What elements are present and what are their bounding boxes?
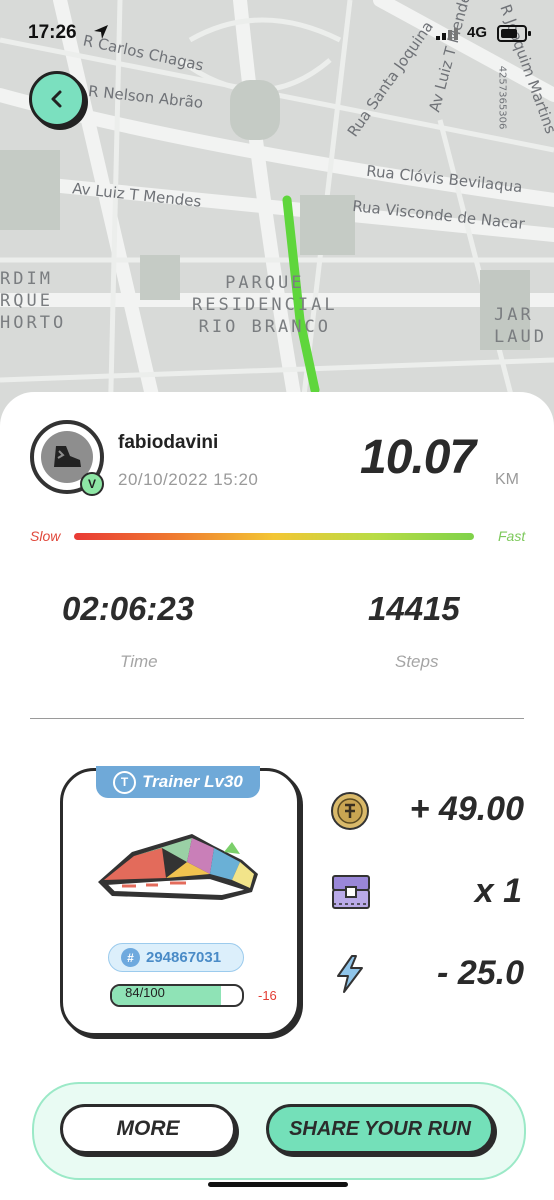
status-bar: 17:26 4G (0, 0, 554, 66)
steps-value: 14415 (368, 590, 460, 627)
chevron-left-icon (51, 90, 62, 108)
speed-slow-label: Slow (30, 528, 61, 544)
verified-badge: V (80, 472, 104, 496)
street-label: 4257365306 (496, 65, 508, 130)
time-value: 02:06:23 (62, 590, 195, 627)
sneaker-avatar-icon (54, 446, 81, 467)
speed-fast-label: Fast (498, 528, 526, 544)
divider (30, 718, 524, 719)
back-button[interactable] (29, 71, 85, 127)
distance-unit: KM (495, 471, 519, 488)
clock: 17:26 (28, 22, 77, 43)
district-label: PARQUE RESIDENCIAL RIO BRANCO (192, 273, 338, 337)
gst-reward-value: + 49.00 (409, 790, 524, 828)
trainer-icon: T (113, 770, 137, 794)
sneaker-type-label: Trainer Lv30 (142, 772, 243, 791)
energy-cost-value: - 25.0 (437, 954, 524, 992)
distance-value: 10.07 (360, 431, 476, 484)
sneaker-type-tag: T Trainer Lv30 (96, 766, 260, 798)
speed-gradient-bar (74, 533, 474, 540)
sneaker-id: 294867031 (146, 949, 222, 966)
time-label: Time (120, 652, 158, 671)
box-reward-value: x 1 (474, 872, 522, 910)
sneaker-image (98, 834, 258, 900)
mystery-box-icon (332, 875, 370, 909)
share-run-button[interactable]: SHARE YOUR RUN (266, 1104, 494, 1154)
durability-delta: -16 (258, 988, 277, 1003)
sneaker-id-pill: # 294867031 (108, 943, 244, 972)
network-type: 4G (467, 24, 488, 41)
location-arrow-icon (94, 25, 108, 39)
hash-icon: # (121, 948, 140, 967)
district-label: RDIM RQUE HORTO (0, 269, 67, 333)
username: fabiodavini (118, 432, 219, 453)
more-button[interactable]: MORE (60, 1104, 236, 1154)
district-label: JAR LAUD (494, 305, 547, 347)
gst-coin-icon (331, 792, 369, 830)
durability-text: 84/100 (125, 985, 165, 1000)
energy-bolt-icon (337, 955, 363, 993)
run-datetime: 20/10/2022 15:20 (118, 470, 259, 489)
home-indicator (208, 1182, 348, 1187)
signal-icon (436, 28, 458, 40)
battery-icon (497, 25, 531, 42)
steps-label: Steps (395, 652, 439, 671)
